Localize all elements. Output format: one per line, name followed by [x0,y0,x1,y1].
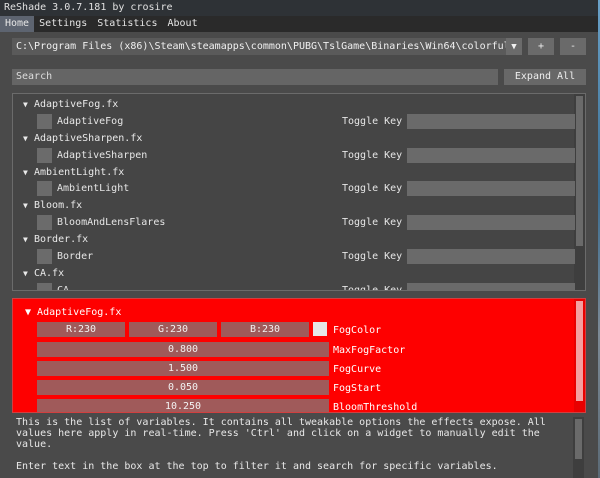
toggle-key-label: Toggle Key [342,150,403,161]
menu-bar: Home Settings Statistics About [0,16,598,32]
scrollbar-thumb[interactable] [576,96,583,246]
effect-header[interactable]: ▼ AdaptiveFog.fx [23,97,118,113]
techniques-list: ▼ AdaptiveFog.fx AdaptiveFog Toggle Key ▼… [12,93,586,291]
expand-all-button[interactable]: Expand All [504,69,586,85]
technique-name: AdaptiveFog [57,116,124,127]
technique-row: AdaptiveSharpen Toggle Key [37,148,575,164]
toggle-key-field[interactable] [407,283,575,290]
fog-color-g-field[interactable]: G:230 [129,322,217,337]
triangle-down-icon: ▼ [23,134,28,143]
technique-name: AmbientLight [57,183,130,194]
technique-checkbox[interactable] [37,148,52,163]
fog-color-r-field[interactable]: R:230 [37,322,125,337]
tab-home[interactable]: Home [0,16,35,32]
reshade-window: ReShade 3.0.7.181 by crosire Home Settin… [0,0,598,478]
toggle-key-label: Toggle Key [342,251,403,262]
fog-color-label: FogColor [333,325,382,336]
tab-statistics[interactable]: Statistics [92,16,162,32]
triangle-down-icon: ▼ [23,235,28,244]
variable-label: FogStart [333,383,382,394]
chevron-down-icon[interactable]: ▼ [506,38,522,55]
variables-scrollbar[interactable] [574,299,585,412]
effect-file: AdaptiveSharpen.fx [34,133,143,144]
variables-panel: ▼ AdaptiveFog.fx R:230 G:230 B:230 FogCo… [12,298,586,413]
variable-slider[interactable]: 10.250 [37,399,329,412]
help-panel: This is the list of variables. It contai… [12,417,584,478]
toggle-key-field[interactable] [407,148,575,163]
technique-row: Border Toggle Key [37,249,575,265]
scrollbar-thumb[interactable] [576,301,583,401]
toggle-key-field[interactable] [407,181,575,196]
triangle-down-icon: ▼ [25,307,38,318]
effect-file: AmbientLight.fx [34,167,125,178]
technique-name: CA [57,285,70,291]
help-text: This is the list of variables. It contai… [16,417,546,472]
technique-checkbox[interactable] [37,181,52,196]
toggle-key-field[interactable] [407,249,575,264]
effect-file: Bloom.fx [34,200,83,211]
effect-file: CA.fx [34,268,65,279]
preset-row: C:\Program Files (x86)\Steam\steamapps\c… [12,38,586,55]
technique-row: CA Toggle Key [37,283,575,291]
toggle-key-label: Toggle Key [342,285,403,291]
fog-color-swatch[interactable] [313,322,327,336]
toggle-key-field[interactable] [407,215,575,230]
techniques-scrollbar[interactable] [574,94,585,290]
technique-name: Border [57,251,94,262]
technique-name: BloomAndLensFlares [57,217,166,228]
triangle-down-icon: ▼ [23,269,28,278]
variables-effect-file: AdaptiveFog.fx [37,307,122,318]
toggle-key-label: Toggle Key [342,217,403,228]
technique-checkbox[interactable] [37,114,52,129]
toggle-key-label: Toggle Key [342,183,403,194]
technique-checkbox[interactable] [37,249,52,264]
technique-row: BloomAndLensFlares Toggle Key [37,215,575,231]
variable-slider[interactable]: 0.800 [37,342,329,357]
toggle-key-label: Toggle Key [342,116,403,127]
effect-header[interactable]: ▼ Border.fx [23,232,88,248]
variable-label: BloomThreshold [333,402,418,413]
effect-header[interactable]: ▼ AmbientLight.fx [23,165,124,181]
preset-path: C:\Program Files (x86)\Steam\steamapps\c… [16,41,522,52]
search-input[interactable]: Search [12,69,498,85]
technique-checkbox[interactable] [37,215,52,230]
window-title: ReShade 3.0.7.181 by crosire [0,0,598,16]
technique-checkbox[interactable] [37,283,52,290]
scrollbar-thumb[interactable] [575,419,582,459]
technique-name: AdaptiveSharpen [57,150,148,161]
variable-label: MaxFogFactor [333,345,406,356]
effect-file: AdaptiveFog.fx [34,99,119,110]
effect-header[interactable]: ▼ CA.fx [23,266,64,282]
tab-about[interactable]: About [162,16,202,32]
add-preset-button[interactable]: + [528,38,554,55]
help-scrollbar[interactable] [573,417,584,478]
variables-effect-header[interactable]: ▼ AdaptiveFog.fx [25,307,121,318]
effect-file: Border.fx [34,234,89,245]
triangle-down-icon: ▼ [23,201,28,210]
technique-row: AdaptiveFog Toggle Key [37,114,575,130]
toggle-key-field[interactable] [407,114,575,129]
triangle-down-icon: ▼ [23,100,28,109]
preset-select[interactable]: C:\Program Files (x86)\Steam\steamapps\c… [12,38,522,55]
triangle-down-icon: ▼ [23,168,28,177]
variable-slider[interactable]: 1.500 [37,361,329,376]
search-row: Search Expand All [12,69,586,85]
effect-header[interactable]: ▼ AdaptiveSharpen.fx [23,131,142,147]
variable-label: FogCurve [333,364,382,375]
remove-preset-button[interactable]: - [560,38,586,55]
technique-row: AmbientLight Toggle Key [37,181,575,197]
fog-color-b-field[interactable]: B:230 [221,322,309,337]
variable-slider[interactable]: 0.050 [37,380,329,395]
effect-header[interactable]: ▼ Bloom.fx [23,198,82,214]
tab-settings[interactable]: Settings [34,16,92,32]
